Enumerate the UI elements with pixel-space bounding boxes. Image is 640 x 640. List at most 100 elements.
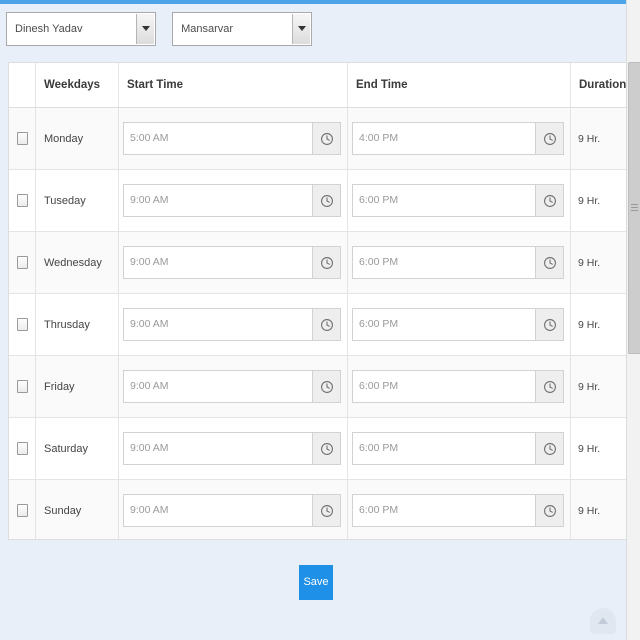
start-time-cell: 9:00 AM (118, 479, 348, 539)
end-time-picker-button[interactable] (535, 247, 563, 278)
scroll-to-top-button[interactable] (590, 608, 616, 634)
end-time-picker-button[interactable] (535, 495, 563, 526)
end-time-input-group[interactable]: 6:00 PM (352, 308, 564, 341)
weekday-label: Tuseday (44, 194, 86, 207)
location-select-value: Mansarvar (181, 23, 234, 35)
scrollbar-grip-icon (631, 204, 638, 212)
clock-icon (320, 318, 333, 331)
arrow-up-icon (598, 617, 608, 624)
clock-icon (543, 442, 556, 455)
column-header-select (9, 63, 36, 108)
end-time-picker-button[interactable] (535, 123, 563, 154)
start-time-picker-button[interactable] (312, 433, 340, 464)
duration-label: 9 Hr. (578, 380, 601, 393)
row-checkbox[interactable] (16, 504, 28, 517)
row-checkbox[interactable] (16, 318, 28, 331)
duration-label: 9 Hr. (578, 504, 601, 517)
start-time-input-group[interactable]: 9:00 AM (123, 370, 341, 403)
start-time-cell: 9:00 AM (118, 293, 348, 356)
page-scrollbar[interactable] (626, 0, 640, 640)
table-row: Thrusday 9:00 AM 6:00 PM 9 Hr. (9, 293, 626, 356)
start-time-cell: 9:00 AM (118, 169, 348, 232)
column-header-weekdays-label: Weekdays (44, 79, 101, 91)
row-select-cell (9, 169, 36, 232)
table-row: Sunday 9:00 AM 6:00 PM 9 Hr. (9, 479, 626, 539)
end-time-value: 6:00 PM (359, 442, 399, 454)
row-select-cell (9, 107, 36, 170)
end-time-picker-button[interactable] (535, 371, 563, 402)
duration-label: 9 Hr. (578, 194, 601, 207)
end-time-input-group[interactable]: 4:00 PM (352, 122, 564, 155)
weekday-label: Saturday (44, 442, 89, 455)
end-time-picker-button[interactable] (535, 309, 563, 340)
page-scrollbar-thumb[interactable] (628, 62, 640, 354)
end-time-cell: 6:00 PM (347, 417, 571, 480)
start-time-input-group[interactable]: 5:00 AM (123, 122, 341, 155)
end-time-input-group[interactable]: 6:00 PM (352, 246, 564, 279)
start-time-value: 9:00 AM (130, 194, 169, 206)
start-time-value: 9:00 AM (130, 318, 169, 330)
end-time-input-group[interactable]: 6:00 PM (352, 184, 564, 217)
end-time-input-group[interactable]: 6:00 PM (352, 432, 564, 465)
row-checkbox[interactable] (16, 380, 28, 393)
start-time-value: 9:00 AM (130, 442, 169, 454)
weekday-cell: Tuseday (35, 169, 119, 232)
row-checkbox[interactable] (16, 442, 28, 455)
location-select[interactable]: Mansarvar (172, 12, 313, 46)
save-button[interactable]: Save (299, 565, 333, 600)
end-time-cell: 6:00 PM (347, 355, 571, 418)
duration-cell: 9 Hr. (570, 417, 626, 480)
end-time-value: 6:00 PM (359, 318, 399, 330)
row-checkbox[interactable] (16, 132, 28, 145)
start-time-input-group[interactable]: 9:00 AM (123, 432, 341, 465)
duration-cell: 9 Hr. (570, 169, 626, 232)
table-row: Monday 5:00 AM 4:00 PM 9 Hr. (9, 107, 626, 170)
start-time-picker-button[interactable] (312, 185, 340, 216)
end-time-cell: 4:00 PM (347, 107, 571, 170)
end-time-input-group[interactable]: 6:00 PM (352, 370, 564, 403)
row-checkbox[interactable] (16, 256, 28, 269)
schedule-table: Weekdays Start Time End Time Duration Mo… (9, 63, 626, 539)
column-header-end-time-label: End Time (356, 79, 408, 91)
weekday-cell: Thrusday (35, 293, 119, 356)
clock-icon (320, 442, 333, 455)
start-time-input-group[interactable]: 9:00 AM (123, 494, 341, 527)
weekday-cell: Wednesday (35, 231, 119, 294)
table-row: Friday 9:00 AM 6:00 PM 9 Hr. (9, 355, 626, 418)
end-time-picker-button[interactable] (535, 185, 563, 216)
column-header-start-time: Start Time (118, 63, 348, 108)
employee-select[interactable]: Dinesh Yadav (6, 12, 156, 46)
start-time-picker-button[interactable] (312, 247, 340, 278)
start-time-input-group[interactable]: 9:00 AM (123, 308, 341, 341)
start-time-input-group[interactable]: 9:00 AM (123, 246, 341, 279)
chevron-down-icon (298, 26, 307, 31)
weekday-label: Wednesday (44, 256, 102, 269)
table-header-row: Weekdays Start Time End Time Duration (9, 63, 626, 108)
start-time-input-group[interactable]: 9:00 AM (123, 184, 341, 217)
employee-select-arrow-button[interactable] (136, 14, 154, 44)
row-select-cell (9, 355, 36, 418)
end-time-value: 6:00 PM (359, 380, 399, 392)
table-header: Weekdays Start Time End Time Duration (9, 63, 626, 108)
clock-icon (320, 256, 333, 269)
end-time-cell: 6:00 PM (347, 479, 571, 539)
duration-cell: 9 Hr. (570, 231, 626, 294)
clock-icon (543, 504, 556, 517)
start-time-value: 9:00 AM (130, 504, 169, 516)
location-select-arrow-button[interactable] (292, 14, 311, 44)
end-time-value: 6:00 PM (359, 504, 399, 516)
start-time-picker-button[interactable] (312, 495, 340, 526)
start-time-picker-button[interactable] (312, 309, 340, 340)
weekday-label: Thrusday (44, 318, 90, 331)
column-header-start-time-label: Start Time (127, 79, 184, 91)
end-time-input-group[interactable]: 6:00 PM (352, 494, 564, 527)
end-time-cell: 6:00 PM (347, 293, 571, 356)
table-row: Tuseday 9:00 AM 6:00 PM 9 Hr. (9, 169, 626, 232)
end-time-picker-button[interactable] (535, 433, 563, 464)
start-time-picker-button[interactable] (312, 371, 340, 402)
start-time-picker-button[interactable] (312, 123, 340, 154)
row-checkbox[interactable] (16, 194, 28, 207)
start-time-value: 5:00 AM (130, 132, 169, 144)
duration-cell: 9 Hr. (570, 293, 626, 356)
table-row: Saturday 9:00 AM 6:00 PM 9 Hr. (9, 417, 626, 480)
